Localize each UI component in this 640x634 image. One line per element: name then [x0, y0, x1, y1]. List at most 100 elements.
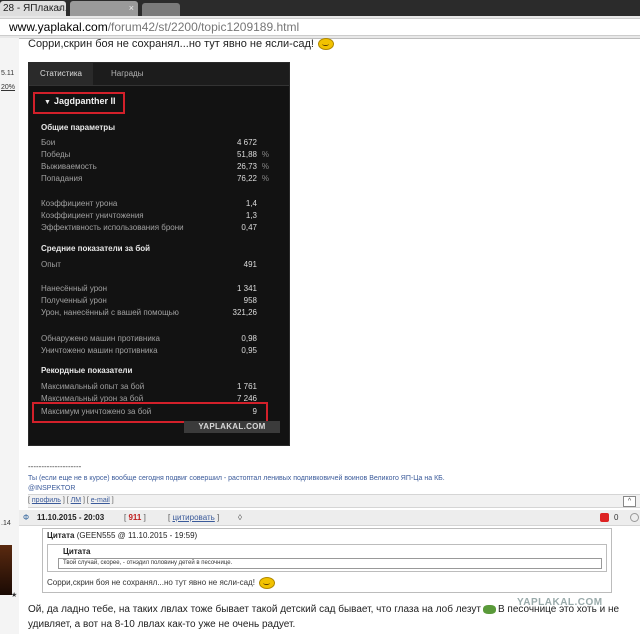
signature-author: @INSPEKTOR: [28, 485, 76, 492]
quote-text-line: Сорри,скрин боя не сохранял...но тут явн…: [47, 578, 255, 588]
top-post-line: Сорри,скрин боя не сохранял...но тут явн…: [28, 38, 314, 50]
new-tab-button[interactable]: [142, 3, 180, 16]
url-path: /forum42/st/2200/topic1209189.html: [107, 20, 300, 34]
stat-unit: %: [261, 162, 269, 171]
post-phi-icon[interactable]: Ф: [23, 510, 29, 525]
stat-label: Нанесённый урон: [41, 284, 108, 293]
stat-label: Попадания: [41, 174, 83, 183]
nested-quote-body: Твой случай, скорее, - отнэдил половину …: [58, 558, 602, 569]
profile-link[interactable]: профиль: [32, 497, 61, 504]
stat-row: Эффективность использования брони 0,47: [41, 223, 269, 234]
stat-row: Урон, нанесённый с вашей помощью 321,26: [41, 308, 269, 319]
gutter-percent: 20%: [1, 84, 16, 91]
nested-quote: Цитата Твой случай, скорее, - отнэдил по…: [47, 544, 607, 572]
close-tab-icon[interactable]: ×: [129, 1, 134, 16]
stat-row: Выживаемость 26,73%: [41, 162, 269, 173]
stat-row: Максимальный опыт за бой 1 761: [41, 382, 269, 393]
gutter-bottom: .14: [1, 520, 11, 527]
browser-tab-bar: 28 - ЯПлакал.com × ×: [0, 0, 640, 16]
post-flag-icon[interactable]: ◊: [238, 510, 242, 525]
quote-meta: (GEEN555 @ 11.10.2015 - 19:59): [76, 531, 198, 540]
signature-divider: --------------------: [28, 462, 82, 471]
stat-row: Уничтожено машин противника 0,95: [41, 346, 269, 357]
stat-row: Нанесённый урон 1 341: [41, 284, 269, 295]
watermark-bottom: YAPLAKAL.COM: [517, 597, 603, 608]
stats-panel: Статистика Награды ▼ Jagdpanther II Общие…: [28, 62, 290, 446]
nested-quote-title: Цитата: [63, 547, 91, 556]
tab-title: 28 - ЯПлакал.com: [3, 3, 66, 14]
stat-value: 1,3: [245, 211, 257, 220]
tank-name-label: Jagdpanther II: [53, 96, 116, 106]
url-field[interactable]: www.yaplakal.com/forum42/st/2200/topic12…: [0, 18, 640, 36]
vote-icon[interactable]: [600, 513, 609, 522]
gutter-date: 5.11: [1, 70, 15, 77]
stat-label: Обнаружено машин противника: [41, 334, 160, 343]
stat-value: 0,47: [241, 223, 257, 232]
stat-label: Коэффициент уничтожения: [41, 211, 144, 220]
stat-row: Коэффициент урона 1,4: [41, 199, 269, 210]
stat-row: Коэффициент уничтожения 1,3: [41, 211, 269, 222]
address-bar: www.yaplakal.com/forum42/st/2200/topic12…: [0, 16, 640, 39]
stat-row: Попадания 76,22%: [41, 174, 269, 185]
stat-value: 0,98: [241, 334, 257, 343]
stat-value: 26,73: [236, 162, 257, 171]
stat-value: 491: [243, 260, 257, 269]
stat-label: Эффективность использования брони: [41, 223, 184, 232]
post-header: Ф 11.10.2015 - 20:03 [ 911 ] [ цитироват…: [19, 510, 640, 526]
smiley-icon: [317, 38, 334, 51]
pm-link[interactable]: ЛМ: [71, 497, 81, 504]
stat-label: Коэффициент урона: [41, 199, 118, 208]
close-tab-icon[interactable]: ×: [58, 1, 63, 16]
stat-label: Максимальный опыт за бой: [41, 382, 145, 391]
stat-value: 321,26: [232, 308, 257, 317]
watermark: YAPLAKAL.COM: [184, 421, 280, 433]
tab-active[interactable]: 28 - ЯПлакал.com ×: [0, 1, 66, 16]
cite-label[interactable]: цитировать: [172, 513, 214, 522]
stat-label: Победы: [41, 150, 71, 159]
section-records: Рекордные показатели: [41, 366, 133, 375]
tank-name[interactable]: ▼ Jagdpanther II: [44, 96, 115, 106]
avatar[interactable]: [0, 545, 12, 595]
stat-label: Полученный урон: [41, 296, 107, 305]
rating-value: 911: [128, 513, 142, 522]
stat-row: Обнаружено машин противника 0,98: [41, 334, 269, 345]
quote-header: Цитата (GEEN555 @ 11.10.2015 - 19:59): [47, 531, 197, 540]
close-icon[interactable]: [630, 513, 639, 522]
smiley-icon: [258, 577, 275, 589]
tab-statistics[interactable]: Статистика: [29, 63, 93, 85]
quote-label: Цитата: [47, 531, 75, 540]
post-date: 11.10.2015 - 20:03: [37, 513, 105, 522]
tab-awards[interactable]: Награды: [111, 63, 143, 85]
section-average: Средние показатели за бой: [41, 244, 151, 253]
stat-label: Бои: [41, 138, 56, 147]
tab-inactive[interactable]: ×: [70, 1, 138, 16]
vote-count: 0: [614, 513, 619, 522]
post-links-bar: [ профиль ] [ ЛМ ] [ e-mail ] ^: [28, 494, 640, 508]
scroll-up-button[interactable]: ^: [623, 496, 636, 507]
stat-unit: %: [261, 174, 269, 183]
post-rating[interactable]: [ 911 ]: [124, 510, 146, 525]
stat-value: 76,22: [236, 174, 257, 183]
stat-value: 1 341: [236, 284, 257, 293]
stat-row: Полученный урон 958: [41, 296, 269, 307]
cite-link[interactable]: [ цитировать ]: [168, 510, 219, 525]
record-highlight-box: [32, 402, 268, 423]
stat-label: Уничтожено машин противника: [41, 346, 158, 355]
section-general: Общие параметры: [41, 123, 116, 132]
stat-value: 4 672: [236, 138, 257, 147]
stat-value: 1,4: [245, 199, 257, 208]
url-host: www.yaplakal.com: [9, 20, 108, 34]
stat-label: Опыт: [41, 260, 61, 269]
stat-value: 958: [243, 296, 257, 305]
quote-text: Сорри,скрин боя не сохранял...но тут явн…: [47, 577, 275, 589]
stat-value: 51,88: [236, 150, 257, 159]
stat-unit: %: [261, 150, 269, 159]
top-post-text: Сорри,скрин боя не сохранял...но тут явн…: [28, 38, 334, 51]
post-body-text: Ой, да ладно тебе, на таких лвлах тоже б…: [28, 604, 481, 615]
tank-smiley-icon: [482, 604, 496, 614]
stats-tabs: Статистика Награды: [29, 63, 289, 86]
email-link[interactable]: e-mail: [91, 497, 110, 504]
stat-value: 1 761: [236, 382, 257, 391]
stat-value: 0,95: [241, 346, 257, 355]
stat-row: Победы 51,88%: [41, 150, 269, 161]
